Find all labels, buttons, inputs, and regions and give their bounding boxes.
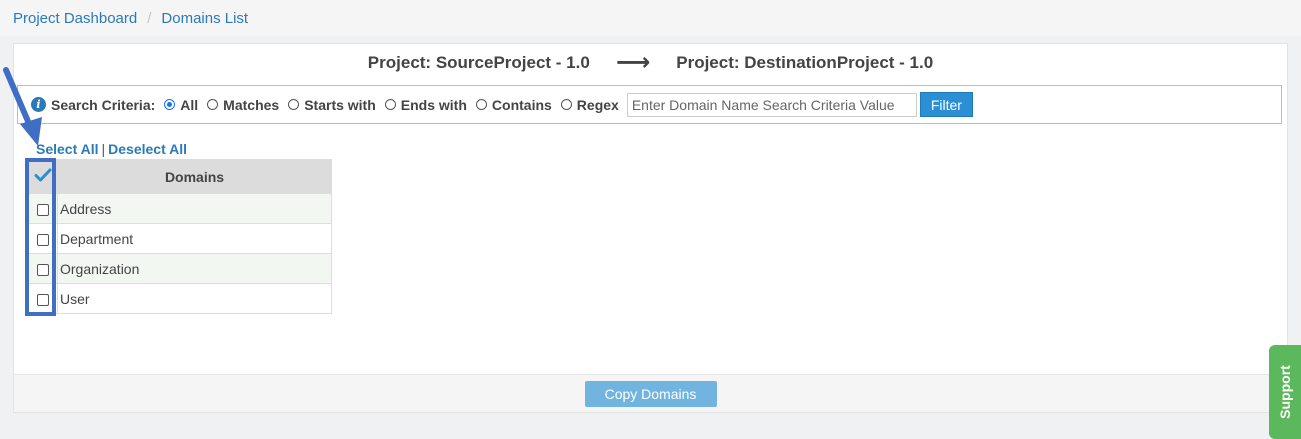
radio-contains[interactable]: Contains bbox=[475, 96, 552, 113]
checkmark-icon[interactable] bbox=[34, 167, 52, 183]
radio-ends-with-control[interactable] bbox=[384, 99, 396, 110]
row-checkbox-organization[interactable] bbox=[37, 263, 49, 276]
domain-label: Organization bbox=[57, 253, 332, 284]
domain-label: Department bbox=[57, 223, 332, 254]
radio-regex-label: Regex bbox=[576, 96, 619, 113]
domain-label: User bbox=[57, 283, 332, 314]
radio-ends-with[interactable]: Ends with bbox=[384, 96, 467, 113]
destination-project-title: Project: DestinationProject - 1.0 bbox=[676, 53, 934, 72]
radio-ends-with-label: Ends with bbox=[400, 96, 467, 113]
radio-regex[interactable]: Regex bbox=[560, 96, 619, 113]
radio-starts-with-control[interactable] bbox=[288, 99, 300, 110]
deselect-all-link[interactable]: Deselect All bbox=[108, 141, 187, 157]
radio-contains-label: Contains bbox=[491, 96, 552, 113]
select-all-link[interactable]: Select All bbox=[36, 141, 99, 157]
radio-all-label: All bbox=[180, 96, 199, 113]
support-label: Support bbox=[1277, 365, 1293, 419]
breadcrumb: Project Dashboard / Domains List bbox=[0, 0, 1301, 36]
right-arrow-icon: ⟶ bbox=[615, 49, 651, 76]
row-checkbox-user[interactable] bbox=[37, 293, 49, 306]
domains-panel: Project: SourceProject - 1.0 ⟶ Project: … bbox=[13, 43, 1288, 413]
radio-matches-label: Matches bbox=[223, 96, 280, 113]
selection-separator: | bbox=[101, 141, 106, 157]
panel-footer: Copy Domains bbox=[14, 374, 1287, 412]
selection-links: Select All | Deselect All bbox=[36, 141, 187, 157]
radio-matches-control[interactable] bbox=[207, 99, 219, 110]
radio-starts-with-label: Starts with bbox=[304, 96, 376, 113]
row-checkbox-address[interactable] bbox=[37, 203, 49, 216]
domain-search-input[interactable] bbox=[626, 92, 917, 117]
radio-regex-control[interactable] bbox=[560, 99, 572, 110]
search-criteria-bar: i Search Criteria: All Matches Starts wi… bbox=[17, 85, 1282, 124]
domains-table: Domains Address Department Organization … bbox=[28, 159, 332, 314]
support-tab[interactable]: Support bbox=[1269, 345, 1301, 439]
info-icon: i bbox=[31, 97, 46, 112]
radio-all[interactable]: All bbox=[164, 97, 198, 113]
radio-all-control[interactable] bbox=[164, 99, 176, 110]
row-checkbox-department[interactable] bbox=[37, 233, 49, 246]
panel-title: Project: SourceProject - 1.0 ⟶ Project: … bbox=[14, 44, 1287, 82]
radio-contains-control[interactable] bbox=[475, 99, 487, 110]
table-row[interactable]: User bbox=[28, 283, 332, 314]
table-row[interactable]: Organization bbox=[28, 253, 332, 284]
filter-button[interactable]: Filter bbox=[919, 92, 973, 117]
copy-domains-button[interactable]: Copy Domains bbox=[584, 380, 717, 407]
select-all-checkmark-header[interactable] bbox=[28, 159, 58, 194]
domain-label: Address bbox=[57, 193, 332, 224]
table-row[interactable]: Department bbox=[28, 223, 332, 254]
breadcrumb-project-dashboard[interactable]: Project Dashboard bbox=[13, 10, 137, 27]
table-header-row: Domains bbox=[28, 159, 332, 194]
radio-starts-with[interactable]: Starts with bbox=[288, 97, 376, 113]
search-criteria-label: Search Criteria: bbox=[51, 96, 156, 113]
source-project-title: Project: SourceProject - 1.0 bbox=[367, 53, 590, 72]
radio-matches[interactable]: Matches bbox=[207, 97, 279, 113]
table-row[interactable]: Address bbox=[28, 193, 332, 224]
domains-column-header[interactable]: Domains bbox=[57, 159, 332, 194]
breadcrumb-separator: / bbox=[147, 9, 152, 27]
breadcrumb-domains-list[interactable]: Domains List bbox=[161, 10, 248, 27]
